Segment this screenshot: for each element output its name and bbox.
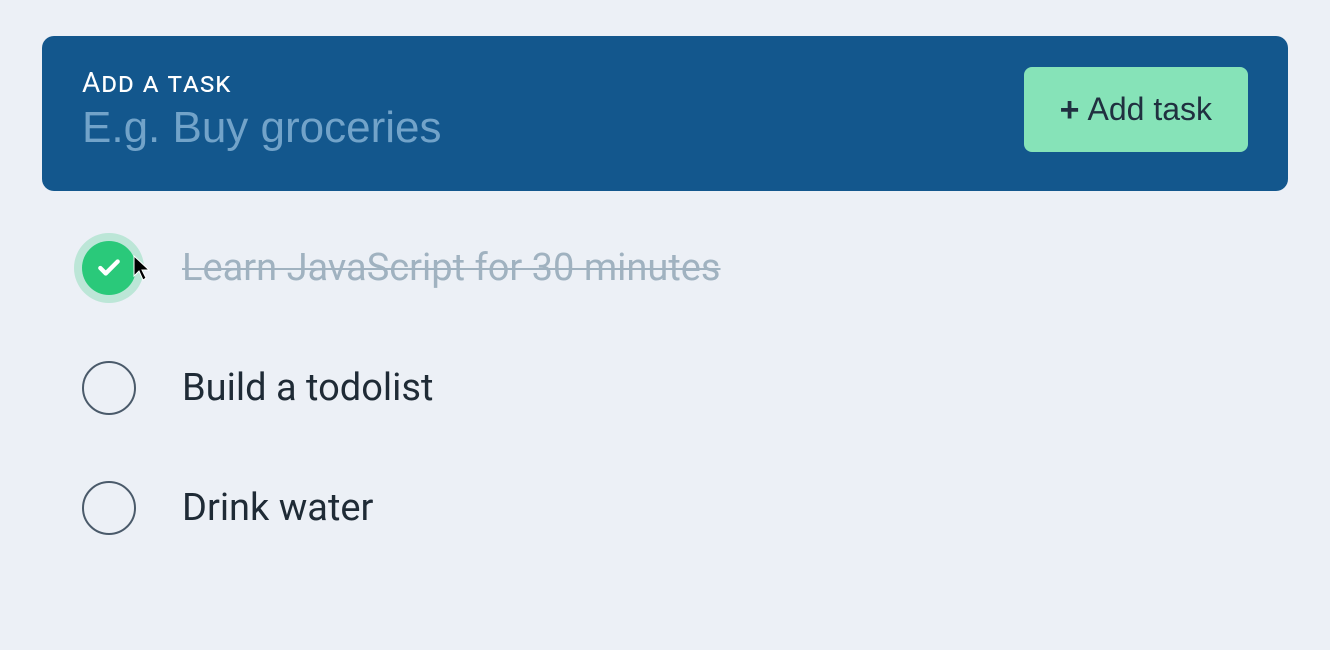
task-item: Build a todolist (82, 361, 1248, 415)
add-task-button-label: Add task (1087, 91, 1212, 128)
add-task-button[interactable]: + Add task (1024, 67, 1248, 152)
add-task-panel: Add a task + Add task (42, 36, 1288, 191)
task-list: Learn JavaScript for 30 minutes Build a … (42, 241, 1288, 535)
check-icon (96, 255, 122, 281)
task-text: Learn JavaScript for 30 minutes (182, 246, 721, 290)
task-checkbox[interactable] (82, 241, 136, 295)
add-task-input[interactable] (82, 103, 1024, 153)
plus-icon: + (1060, 93, 1080, 127)
task-item: Learn JavaScript for 30 minutes (82, 241, 1248, 295)
task-text: Drink water (182, 486, 373, 530)
add-task-label: Add a task (82, 66, 1024, 99)
task-checkbox[interactable] (82, 481, 136, 535)
task-text: Build a todolist (182, 366, 433, 410)
add-task-input-group: Add a task (82, 66, 1024, 153)
task-checkbox[interactable] (82, 361, 136, 415)
task-item: Drink water (82, 481, 1248, 535)
